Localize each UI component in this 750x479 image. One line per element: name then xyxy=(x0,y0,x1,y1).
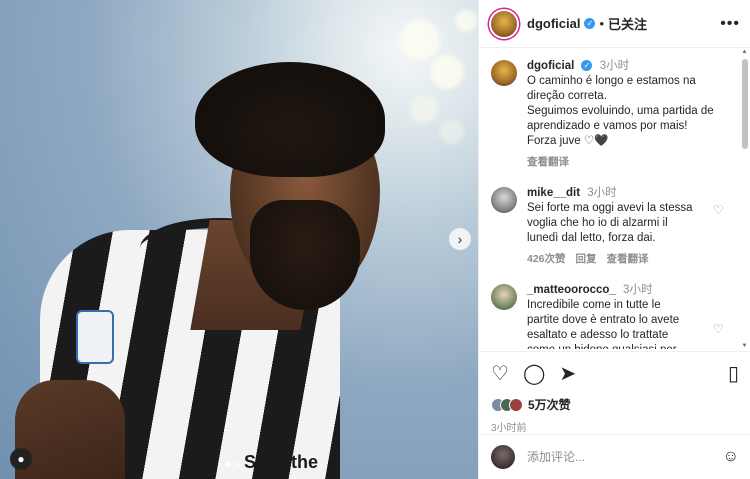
author-username[interactable]: dgoficial xyxy=(527,16,580,31)
heart-icon[interactable]: ♡ xyxy=(713,323,725,335)
current-user-avatar xyxy=(491,445,515,469)
list-item: _matteoorocco_ 3小时 Incredibile come in t… xyxy=(479,273,750,349)
player-hair xyxy=(195,62,385,177)
like-icon[interactable]: ♡ xyxy=(491,364,509,384)
post-header: dgoficial ✓ • 已关注 ••• xyxy=(479,0,750,48)
follow-button[interactable]: 已关注 xyxy=(608,14,647,33)
comment-time: 3小时 xyxy=(587,187,617,199)
serie-a-patch xyxy=(76,310,114,364)
heart-icon[interactable]: ♡ xyxy=(713,204,725,216)
liker-avatar xyxy=(509,397,523,412)
scroll-thumb[interactable] xyxy=(742,59,748,149)
more-options-icon[interactable]: ••• xyxy=(720,15,740,33)
reply-button[interactable]: 回复 xyxy=(576,252,597,267)
post-actions: ♡ ◯ ➤ ▯ 5万次赞 3小时前 xyxy=(479,351,750,434)
comment-avatar[interactable] xyxy=(491,187,517,213)
carousel-dot xyxy=(235,462,240,467)
carousel-indicator xyxy=(226,462,240,467)
comment-text: Incredibile come in tutte le partite dov… xyxy=(527,299,680,349)
comment-composer: ☺ xyxy=(479,434,750,479)
tagged-users-icon[interactable]: ● xyxy=(10,448,32,470)
post-timestamp[interactable]: 3小时前 xyxy=(491,419,739,434)
list-item: mike__dit 3小时 Sei forte ma oggi avevi la… xyxy=(479,176,750,273)
comment-input[interactable] xyxy=(527,450,687,464)
verified-badge-icon: ✓ xyxy=(584,18,596,29)
next-photo-button[interactable]: › xyxy=(449,228,471,250)
comment-likes[interactable]: 426次赞 xyxy=(527,252,566,267)
like-count[interactable]: 5万次赞 xyxy=(528,396,571,413)
jersey-sponsor-text: Save the xyxy=(244,452,319,472)
share-icon[interactable]: ➤ xyxy=(559,364,576,384)
comments-list[interactable]: dgoficial ✓ 3小时 O caminho é longo e esta… xyxy=(479,49,750,349)
scroll-up-icon[interactable]: ▲ xyxy=(741,49,748,55)
post-side-panel: dgoficial ✓ • 已关注 ••• dgoficial ✓ 3小时 O … xyxy=(478,0,750,479)
carousel-dot xyxy=(226,462,231,467)
comment-time: 3小时 xyxy=(599,60,630,72)
comment-avatar[interactable] xyxy=(491,60,517,86)
author-avatar[interactable] xyxy=(491,10,517,37)
caption-comment: dgoficial ✓ 3小时 O caminho é longo e esta… xyxy=(479,49,750,176)
comment-time: 3小时 xyxy=(623,284,653,296)
player-beard xyxy=(250,200,360,310)
translate-link[interactable]: 查看翻译 xyxy=(607,252,649,267)
verified-badge-icon: ✓ xyxy=(581,60,593,72)
player-arm xyxy=(15,380,125,479)
emoji-icon[interactable]: ☺ xyxy=(723,448,739,466)
comment-username[interactable]: mike__dit xyxy=(527,187,580,199)
scroll-down-icon[interactable]: ▼ xyxy=(741,343,748,349)
comment-icon[interactable]: ◯ xyxy=(523,364,545,384)
post-photo[interactable]: Save the › ● xyxy=(0,0,478,479)
comment-username[interactable]: _matteoorocco_ xyxy=(527,284,616,296)
comment-text: O caminho é longo e estamos na direção c… xyxy=(527,75,714,147)
likes-summary[interactable]: 5万次赞 xyxy=(491,396,739,413)
header-separator: • xyxy=(599,16,605,31)
comment-username[interactable]: dgoficial xyxy=(527,60,574,72)
translate-link[interactable]: 查看翻译 xyxy=(527,155,569,170)
comment-text: Sei forte ma oggi avevi la stessa voglia… xyxy=(527,202,693,244)
bookmark-icon[interactable]: ▯ xyxy=(728,364,739,384)
comments-scrollbar[interactable]: ▲ ▼ xyxy=(741,49,749,349)
comment-avatar[interactable] xyxy=(491,284,517,310)
